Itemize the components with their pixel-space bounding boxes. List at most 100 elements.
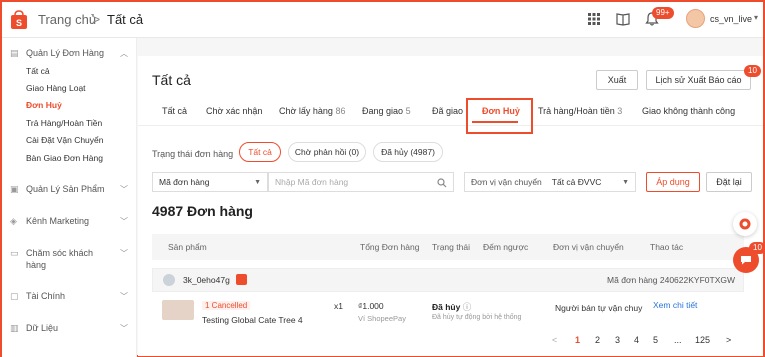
- col-action: Thao tác: [650, 242, 684, 252]
- tag-icon: ◈: [10, 216, 17, 226]
- sidebar-item-handover[interactable]: Bàn Giao Đơn Hàng: [26, 153, 103, 163]
- help-circle-icon[interactable]: ⓘ: [463, 302, 472, 312]
- payment-method: Ví ShopeePay: [358, 314, 406, 323]
- export-button[interactable]: Xuất: [596, 70, 638, 90]
- reset-button[interactable]: Đặt lại: [706, 172, 752, 192]
- chat-badge: 10: [749, 242, 765, 254]
- prev-page-button[interactable]: <: [552, 335, 557, 345]
- sidebar-item-returns[interactable]: Trả Hàng/Hoàn Tiền: [26, 118, 102, 128]
- breadcrumb-home[interactable]: Trang chủ: [38, 12, 96, 27]
- shopee-logo-icon[interactable]: S: [10, 10, 28, 30]
- clipboard-icon: ▤: [10, 48, 19, 58]
- order-header-row: 3k_0eho47g Mã đơn hàng 240622KYF0TXGW: [152, 268, 744, 292]
- box-icon: ▣: [10, 184, 19, 194]
- chevron-down-icon: ﹀: [120, 323, 128, 333]
- sidebar-section-label-cont: hàng: [26, 260, 47, 270]
- chat-bubble-icon: [741, 256, 751, 265]
- view-detail-link[interactable]: Xem chi tiết: [653, 300, 697, 310]
- username[interactable]: cs_vn_live: [710, 14, 752, 24]
- chat-icon[interactable]: [236, 274, 247, 285]
- sidebar-section-label: Kênh Marketing: [26, 216, 90, 226]
- page-1[interactable]: 1: [575, 335, 580, 345]
- export-history-button[interactable]: Lịch sử Xuất Báo cáo: [646, 70, 751, 90]
- chevron-down-icon: ﹀: [120, 291, 128, 301]
- sidebar-section-customer-care[interactable]: ▭ Chăm sóc khách ﹀: [10, 248, 130, 258]
- carrier-filter[interactable]: Đơn vị vận chuyển Tất cả ĐVVC ▼: [464, 172, 636, 192]
- page-3[interactable]: 3: [615, 335, 620, 345]
- sidebar-section-label: Quản Lý Sản Phẩm: [26, 184, 105, 194]
- apps-grid-icon[interactable]: [587, 12, 601, 26]
- search-type-select[interactable]: Mã đơn hàng ▼: [152, 172, 268, 192]
- quantity: x1: [334, 301, 343, 311]
- headset-icon: [739, 218, 751, 230]
- chevron-up-icon: ︿: [120, 48, 128, 58]
- tab-pending-confirm[interactable]: Chờ xác nhận: [206, 106, 262, 116]
- product-thumbnail[interactable]: [162, 300, 194, 320]
- sidebar-section-finance[interactable]: ▢ Tài Chính ﹀: [10, 291, 130, 301]
- sidebar-item-cancelled[interactable]: Đơn Huỷ: [26, 100, 62, 110]
- page-5[interactable]: 5: [653, 335, 658, 345]
- order-total: ₫1.000: [358, 301, 384, 311]
- tab-delivered[interactable]: Đã giao: [432, 106, 463, 116]
- chevron-down-icon: ﹀: [120, 216, 128, 226]
- search-input[interactable]: Nhập Mã đơn hàng: [268, 172, 454, 192]
- sidebar: ▤ Quản Lý Đơn Hàng ︿ Tất cả Giao Hàng Lo…: [2, 38, 137, 357]
- status-pill-cancelled[interactable]: Đã hủy (4987): [373, 142, 443, 162]
- support-float-button[interactable]: [733, 212, 757, 236]
- chevron-down-icon: ﹀: [120, 248, 128, 258]
- sidebar-section-label: Chăm sóc khách: [26, 248, 94, 258]
- sidebar-item-all[interactable]: Tất cả: [26, 66, 50, 76]
- sidebar-section-products[interactable]: ▣ Quản Lý Sản Phẩm ﹀: [10, 184, 130, 194]
- sidebar-item-shipping-settings[interactable]: Cài Đặt Vận Chuyển: [26, 135, 104, 145]
- status-pill-all[interactable]: Tất cả: [239, 142, 281, 162]
- wallet-icon: ▢: [10, 291, 19, 301]
- page-2[interactable]: 2: [595, 335, 600, 345]
- page-ellipsis[interactable]: ...: [674, 335, 682, 345]
- sidebar-section-marketing[interactable]: ◈ Kênh Marketing ﹀: [10, 216, 130, 226]
- sidebar-item-bulk-ship[interactable]: Giao Hàng Loạt: [26, 83, 86, 93]
- book-icon[interactable]: [616, 12, 630, 26]
- apply-button[interactable]: Áp dụng: [646, 172, 700, 192]
- col-countdown: Đếm ngược: [483, 242, 529, 252]
- chevron-down-icon: ▼: [622, 178, 629, 186]
- sidebar-section-label: Tài Chính: [26, 291, 66, 301]
- svg-text:S: S: [16, 18, 22, 28]
- tab-to-pickup[interactable]: Chờ lấy hàng 86: [279, 106, 345, 116]
- notification-badge: 99+: [652, 7, 674, 19]
- status-pill-awaiting[interactable]: Chờ phản hồi (0): [288, 142, 366, 162]
- pagination: < 1 2 3 4 5 ... 125 >: [138, 329, 763, 351]
- export-history-badge: 10: [744, 65, 761, 77]
- sidebar-section-orders[interactable]: ▤ Quản Lý Đơn Hàng ︿: [10, 48, 130, 58]
- next-page-button[interactable]: >: [726, 335, 731, 345]
- page-title: Tất cả: [152, 72, 191, 88]
- page-4[interactable]: 4: [634, 335, 639, 345]
- tab-returns[interactable]: Trả hàng/Hoàn tiền 3: [538, 106, 622, 116]
- status-detail: Đã hủy tự động bởi hệ thống: [432, 314, 522, 321]
- cancelled-tag: 1 Cancelled: [202, 301, 251, 310]
- table-header: Sản phẩm Tổng Đơn hàng Trạng thái Đếm ng…: [152, 234, 744, 260]
- avatar[interactable]: [686, 9, 705, 28]
- chevron-down-icon[interactable]: ▾: [754, 13, 758, 22]
- sidebar-section-data[interactable]: ▥ Dữ Liệu ﹀: [10, 323, 130, 333]
- product-name[interactable]: Testing Global Cate Tree 4: [202, 315, 303, 325]
- chevron-down-icon: ﹀: [120, 184, 128, 194]
- main-panel: Tất cả Xuất Lịch sử Xuất Báo cáo 10 Tất …: [138, 56, 763, 356]
- sidebar-section-label: Dữ Liệu: [26, 323, 59, 333]
- buyer-name[interactable]: 3k_0eho47g: [183, 275, 230, 285]
- order-id: Mã đơn hàng 240622KYF0TXGW: [607, 275, 735, 285]
- carrier-label: Đơn vị vận chuyển: [471, 177, 542, 187]
- search-icon[interactable]: [437, 178, 447, 188]
- top-header: S Trang chủ > Tất cả 99+ cs_vn_live ▾: [2, 2, 763, 38]
- col-product: Sản phẩm: [168, 242, 207, 252]
- order-count-title: 4987 Đơn hàng: [152, 203, 253, 219]
- tab-failed-delivery[interactable]: Giao không thành công: [642, 106, 735, 116]
- user-icon: [163, 274, 175, 286]
- order-status: Đã hủy ⓘ: [432, 302, 472, 312]
- sidebar-section-label: Quản Lý Đơn Hàng: [26, 48, 104, 58]
- table-row: 1 Cancelled Testing Global Cate Tree 4 x…: [152, 292, 744, 332]
- tab-all[interactable]: Tất cả: [162, 106, 187, 116]
- chevron-down-icon: ▼: [254, 178, 261, 186]
- page-last[interactable]: 125: [695, 335, 710, 345]
- order-status-label: Trạng thái đơn hàng: [152, 149, 234, 159]
- tab-shipping[interactable]: Đang giao 5: [362, 106, 411, 116]
